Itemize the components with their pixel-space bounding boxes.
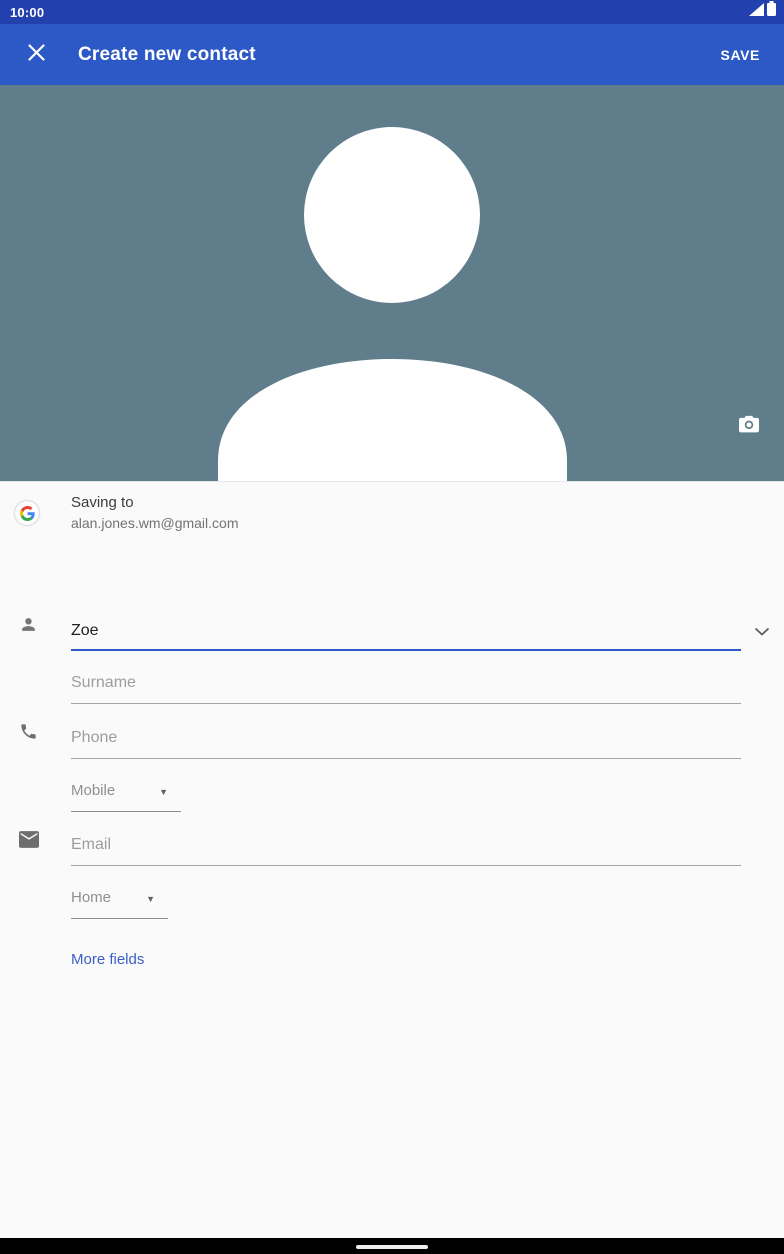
status-icons [749,1,776,24]
page-title: Create new contact [78,44,256,66]
battery-icon [767,1,776,21]
contact-form: Saving to alan.jones.wm@gmail.com [0,481,784,1238]
save-button[interactable]: SAVE [719,39,763,71]
email-input[interactable] [71,836,741,865]
person-silhouette-icon [0,85,784,486]
phone-type-value: Mobile [71,782,115,811]
dropdown-arrow-icon: ▼ [146,895,155,918]
signal-icon [749,3,764,21]
contact-photo-area[interactable] [0,85,784,481]
first-name-row [71,549,741,651]
surname-row [71,651,741,704]
close-icon [27,43,46,67]
clock: 10:00 [10,5,44,20]
person-icon [19,615,38,639]
email-type-dropdown[interactable]: Home ▼ [71,866,168,919]
navigation-bar [0,1238,784,1254]
account-row[interactable]: Saving to alan.jones.wm@gmail.com [0,482,784,549]
home-indicator[interactable] [356,1245,428,1249]
camera-icon[interactable] [738,414,760,434]
saving-to-label: Saving to [71,494,134,511]
account-email: alan.jones.wm@gmail.com [71,515,239,531]
close-button[interactable] [12,31,60,79]
email-row [71,812,741,866]
phone-type-row: Mobile ▼ [71,759,784,812]
google-account-icon [15,501,39,525]
email-icon [19,831,39,853]
more-fields-link[interactable]: More fields [71,951,144,968]
chevron-down-icon[interactable] [750,619,774,643]
create-contact-screen: 10:00 Create new contact SAVE [0,0,784,1254]
phone-row [71,704,741,759]
app-bar: Create new contact SAVE [0,24,784,85]
email-type-value: Home [71,889,111,918]
status-bar: 10:00 [0,0,784,24]
surname-input[interactable] [71,674,741,703]
phone-type-dropdown[interactable]: Mobile ▼ [71,759,181,812]
phone-icon [19,722,38,746]
phone-input[interactable] [71,729,741,758]
email-type-row: Home ▼ [71,866,784,919]
first-name-input[interactable] [71,622,741,649]
dropdown-arrow-icon: ▼ [159,788,168,811]
